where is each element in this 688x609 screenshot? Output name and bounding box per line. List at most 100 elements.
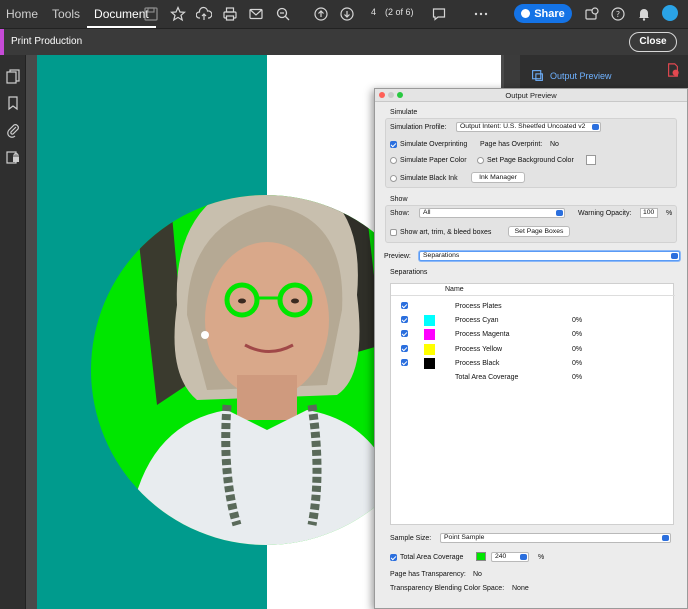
page-count: (2 of 6) [385,7,414,17]
tool-bar: Print Production Close [0,28,688,56]
tac-percent: % [538,554,545,561]
preview-select[interactable]: Separations [419,251,680,261]
chevron-down-icon [662,535,669,541]
simulate-overprinting-label: Simulate Overprinting [400,141,468,148]
minimize-traffic-light-icon[interactable] [388,92,394,98]
preview-value: Separations [423,252,460,259]
tab-home[interactable]: Home [0,0,45,28]
ink-color-swatch [424,357,435,369]
warning-opacity-label: Warning Opacity: [578,210,632,217]
total-area-coverage-checkbox[interactable] [390,554,397,561]
set-page-boxes-button[interactable]: Set Page Boxes [508,226,570,237]
sample-size-select[interactable]: Point Sample [440,533,671,543]
table-row[interactable]: Process Plates [391,300,675,313]
print-icon[interactable] [221,5,239,23]
blending-color-space-label: Transparency Blending Color Space: [390,585,505,592]
attachment-icon[interactable] [5,122,21,138]
ink-color-swatch [424,315,435,327]
zoom-traffic-light-icon[interactable] [397,92,403,98]
warning-opacity-percent: % [666,210,673,217]
upload-cloud-icon[interactable] [195,5,213,23]
tool-accent [0,29,4,56]
chevron-down-icon [592,124,599,130]
table-row[interactable]: Process Cyan 0% [391,314,675,327]
separations-header: Separations [390,269,428,276]
separation-visible-checkbox[interactable] [401,302,408,309]
help-icon[interactable]: ? [609,5,627,23]
simulation-profile-label: Simulation Profile: [390,124,447,131]
output-preview-icon[interactable] [531,69,544,82]
separation-coverage: 0% [572,374,583,381]
comment-icon[interactable] [430,5,448,23]
separation-coverage: 0% [572,345,583,353]
separations-table: Name Process Plates Process Cyan 0% Process… [390,283,675,525]
pages-icon[interactable] [5,68,21,84]
page-up-icon[interactable] [312,5,330,23]
tab-tools[interactable]: Tools [45,0,87,28]
simulate-black-ink-label: Simulate Black Ink [400,175,458,182]
separation-coverage: 0% [572,317,583,325]
separation-coverage: 0% [572,359,583,367]
manage-access-icon[interactable] [583,5,601,23]
tool-title: Print Production [11,36,83,47]
left-rail [0,55,26,609]
output-preview-link[interactable]: Output Preview [550,71,612,81]
page-bg-color-swatch[interactable] [586,155,596,165]
table-row[interactable]: Process Magenta 0% [391,328,675,341]
more-icon[interactable] [472,5,490,23]
share-label: Share [534,7,565,20]
chevron-down-icon [556,210,563,216]
dialog-title: Output Preview [505,91,557,100]
show-select[interactable]: All [419,208,565,218]
page-down-icon[interactable] [338,5,356,23]
table-header: Name [391,284,675,296]
separation-visible-checkbox[interactable] [401,330,408,338]
total-area-coverage-label: Total Area Coverage [400,554,464,561]
save-icon[interactable] [142,5,160,23]
ink-color-swatch [424,329,435,341]
bell-icon[interactable] [635,5,653,23]
separation-name: Process Yellow [455,345,503,353]
dialog-titlebar[interactable]: Output Preview [375,89,687,102]
svg-text:?: ? [616,10,620,19]
avatar[interactable] [662,5,678,21]
show-header: Show [390,196,408,203]
zoom-out-icon[interactable] [274,5,292,23]
simulate-paper-color-checkbox[interactable] [390,157,397,164]
simulate-overprinting-checkbox[interactable] [390,141,397,148]
table-row[interactable]: Total Area Coverage 0% [391,371,675,384]
blending-color-space-value: None [512,585,529,592]
table-row[interactable]: Process Black 0% [391,357,675,370]
page-transparency-value: No [473,571,482,578]
simulation-profile-value: Output Intent: U.S. Sheetfed Uncoated v2 [460,123,586,130]
separation-name: Process Cyan [455,317,499,325]
show-art-trim-checkbox[interactable] [390,229,397,236]
table-row[interactable]: Process Yellow 0% [391,343,675,356]
pdf-error-icon[interactable] [666,62,680,78]
share-button[interactable]: Share [514,4,572,23]
star-icon[interactable] [169,5,187,23]
page-has-overprint-value: No [550,141,559,148]
bookmark-icon[interactable] [5,95,21,111]
tac-value: 240 [495,553,507,560]
warning-opacity-input[interactable]: 100 [640,208,658,218]
tac-value-select[interactable]: 240 [491,552,529,562]
ink-manager-button[interactable]: Ink Manager [471,172,525,183]
page-number-field[interactable]: 4 [371,7,376,17]
security-lock-icon[interactable] [5,149,21,165]
simulation-profile-select[interactable]: Output Intent: U.S. Sheetfed Uncoated v2 [456,122,601,132]
tac-color-swatch[interactable] [476,552,486,561]
mail-icon[interactable] [247,5,265,23]
close-traffic-light-icon[interactable] [379,92,385,98]
output-preview-dialog: Output Preview Simulate Simulation Profi… [374,88,688,609]
separation-visible-checkbox[interactable] [401,344,408,352]
separation-name: Process Plates [455,303,502,310]
separation-visible-checkbox[interactable] [401,358,408,366]
page-transparency-label: Page has Transparency: [390,571,466,578]
separation-name: Process Magenta [455,331,510,339]
show-value: All [423,209,431,216]
simulate-black-ink-checkbox[interactable] [390,175,397,182]
close-button[interactable]: Close [629,32,677,52]
separation-visible-checkbox[interactable] [401,316,408,324]
set-page-bg-color-checkbox[interactable] [477,157,484,164]
